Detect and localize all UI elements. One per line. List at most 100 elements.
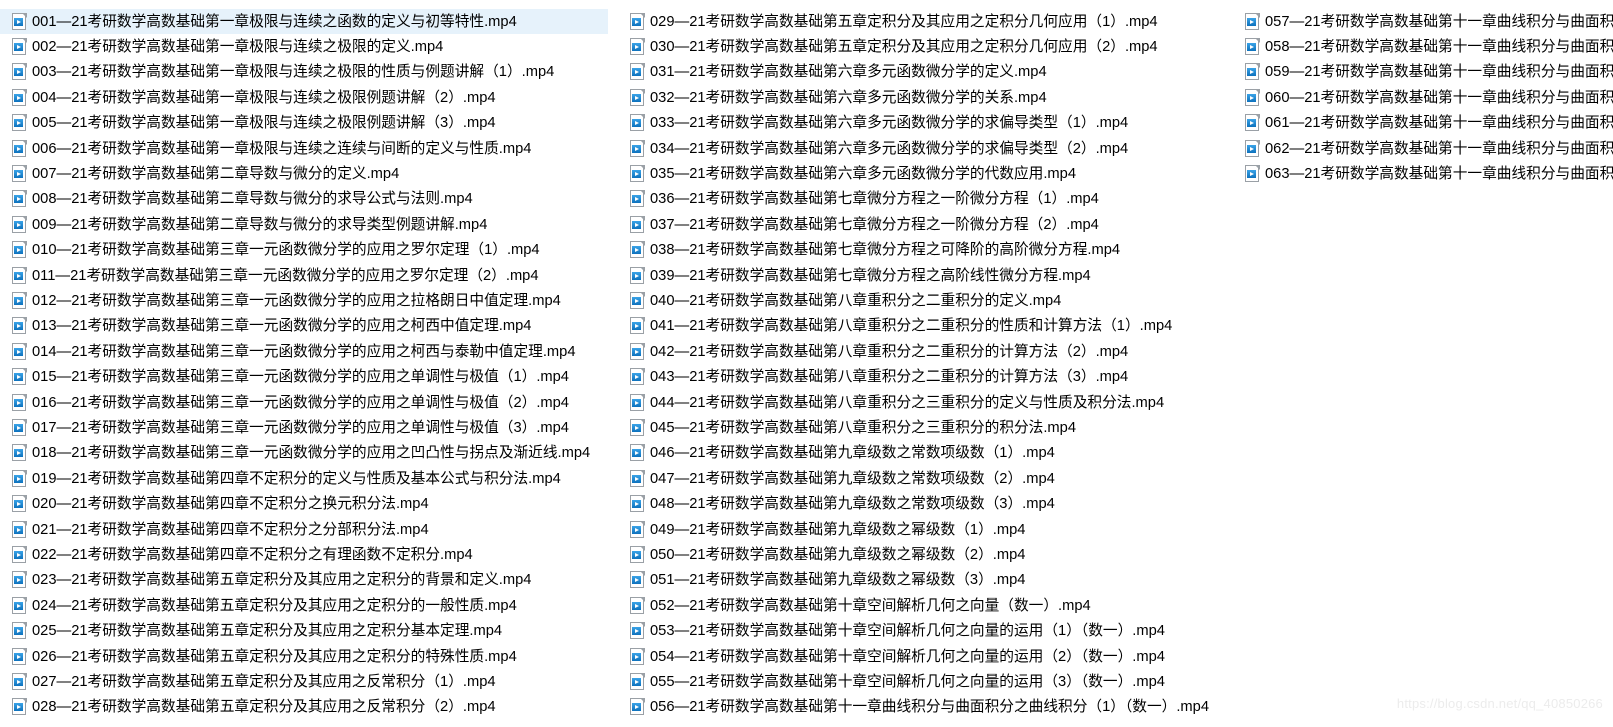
file-name-label: 057—21考研数学高数基础第十一章曲线积分与曲面积分之曲线积分（2）（数一）.…: [1265, 13, 1613, 30]
file-list-item[interactable]: 021—21考研数学高数基础第四章不定积分之分部积分法.mp4: [0, 517, 608, 542]
file-list-item[interactable]: 055—21考研数学高数基础第十章空间解析几何之向量的运用（3）（数一）.mp4: [618, 669, 1226, 694]
file-list-item[interactable]: 013—21考研数学高数基础第三章一元函数微分学的应用之柯西中值定理.mp4: [0, 314, 608, 339]
file-list-item[interactable]: 028—21考研数学高数基础第五章定积分及其应用之反常积分（2）.mp4: [0, 695, 608, 720]
mp4-video-file-icon: [630, 673, 645, 691]
file-name-label: 050—21考研数学高数基础第九章级数之幂级数（2）.mp4: [650, 547, 1026, 564]
file-list-item[interactable]: 038—21考研数学高数基础第七章微分方程之可降阶的高阶微分方程.mp4: [618, 238, 1226, 263]
mp4-video-file-icon: [12, 419, 27, 437]
file-name-label: 023—21考研数学高数基础第五章定积分及其应用之定积分的背景和定义.mp4: [32, 572, 532, 589]
file-list-item[interactable]: 025—21考研数学高数基础第五章定积分及其应用之定积分基本定理.mp4: [0, 619, 608, 644]
file-list-item[interactable]: 027—21考研数学高数基础第五章定积分及其应用之反常积分（1）.mp4: [0, 669, 608, 694]
file-list-item[interactable]: 002—21考研数学高数基础第一章极限与连续之极限的定义.mp4: [0, 34, 608, 59]
file-list-item[interactable]: 043—21考研数学高数基础第八章重积分之二重积分的计算方法（3）.mp4: [618, 365, 1226, 390]
file-list-item[interactable]: 031—21考研数学高数基础第六章多元函数微分学的定义.mp4: [618, 60, 1226, 85]
file-list-item[interactable]: 047—21考研数学高数基础第九章级数之常数项级数（2）.mp4: [618, 466, 1226, 491]
file-list-item[interactable]: 056—21考研数学高数基础第十一章曲线积分与曲面积分之曲线积分（1）（数一）.…: [618, 695, 1226, 720]
file-list-item[interactable]: 061—21考研数学高数基础第十一章曲线积分与曲面积分之曲面积分（3）（数一）.…: [1233, 111, 1613, 136]
file-list-item[interactable]: 011—21考研数学高数基础第三章一元函数微分学的应用之罗尔定理（2）.mp4: [0, 263, 608, 288]
file-list-item[interactable]: 062—21考研数学高数基础第十一章曲线积分与曲面积分之场论初步（1）（数一）.…: [1233, 136, 1613, 161]
file-name-label: 017—21考研数学高数基础第三章一元函数微分学的应用之单调性与极值（3）.mp…: [32, 420, 569, 437]
file-list-item[interactable]: 041—21考研数学高数基础第八章重积分之二重积分的性质和计算方法（1）.mp4: [618, 314, 1226, 339]
mp4-video-file-icon: [12, 63, 27, 81]
file-list-item[interactable]: 023—21考研数学高数基础第五章定积分及其应用之定积分的背景和定义.mp4: [0, 568, 608, 593]
file-list-item[interactable]: 016—21考研数学高数基础第三章一元函数微分学的应用之单调性与极值（2）.mp…: [0, 390, 608, 415]
file-list-item[interactable]: 057—21考研数学高数基础第十一章曲线积分与曲面积分之曲线积分（2）（数一）.…: [1233, 9, 1613, 34]
file-name-label: 056—21考研数学高数基础第十一章曲线积分与曲面积分之曲线积分（1）（数一）.…: [650, 699, 1210, 716]
file-list-item[interactable]: 032—21考研数学高数基础第六章多元函数微分学的关系.mp4: [618, 85, 1226, 110]
file-list-item[interactable]: 020—21考研数学高数基础第四章不定积分之换元积分法.mp4: [0, 492, 608, 517]
file-name-label: 021—21考研数学高数基础第四章不定积分之分部积分法.mp4: [32, 521, 429, 538]
file-name-label: 031—21考研数学高数基础第六章多元函数微分学的定义.mp4: [650, 64, 1047, 81]
file-list-item[interactable]: 004—21考研数学高数基础第一章极限与连续之极限例题讲解（2）.mp4: [0, 85, 608, 110]
file-name-label: 025—21考研数学高数基础第五章定积分及其应用之定积分基本定理.mp4: [32, 623, 503, 640]
file-list-item[interactable]: 010—21考研数学高数基础第三章一元函数微分学的应用之罗尔定理（1）.mp4: [0, 238, 608, 263]
file-name-label: 049—21考研数学高数基础第九章级数之幂级数（1）.mp4: [650, 521, 1026, 538]
file-list-item[interactable]: 050—21考研数学高数基础第九章级数之幂级数（2）.mp4: [618, 542, 1226, 567]
mp4-video-file-icon: [630, 241, 645, 259]
file-name-label: 028—21考研数学高数基础第五章定积分及其应用之反常积分（2）.mp4: [32, 699, 496, 716]
file-list-item[interactable]: 054—21考研数学高数基础第十章空间解析几何之向量的运用（2）（数一）.mp4: [618, 644, 1226, 669]
file-list-item[interactable]: 048—21考研数学高数基础第九章级数之常数项级数（3）.mp4: [618, 492, 1226, 517]
file-list-item[interactable]: 017—21考研数学高数基础第三章一元函数微分学的应用之单调性与极值（3）.mp…: [0, 415, 608, 440]
file-list-item[interactable]: 060—21考研数学高数基础第十一章曲线积分与曲面积分之曲面积分（2）（数一）.…: [1233, 85, 1613, 110]
mp4-video-file-icon: [12, 38, 27, 56]
file-list-item[interactable]: 040—21考研数学高数基础第八章重积分之二重积分的定义.mp4: [618, 288, 1226, 313]
file-list-item[interactable]: 008—21考研数学高数基础第二章导数与微分的求导公式与法则.mp4: [0, 187, 608, 212]
file-list-item[interactable]: 024—21考研数学高数基础第五章定积分及其应用之定积分的一般性质.mp4: [0, 593, 608, 618]
file-list-item[interactable]: 052—21考研数学高数基础第十章空间解析几何之向量（数一）.mp4: [618, 593, 1226, 618]
file-list-item[interactable]: 018—21考研数学高数基础第三章一元函数微分学的应用之凹凸性与拐点及渐近线.m…: [0, 441, 608, 466]
file-name-label: 003—21考研数学高数基础第一章极限与连续之极限的性质与例题讲解（1）.mp4: [32, 64, 555, 81]
mp4-video-file-icon: [630, 190, 645, 208]
file-column-2: 029—21考研数学高数基础第五章定积分及其应用之定积分几何应用（1）.mp4 0…: [618, 0, 1226, 727]
file-list-item[interactable]: 042—21考研数学高数基础第八章重积分之二重积分的计算方法（2）.mp4: [618, 339, 1226, 364]
file-list-item[interactable]: 039—21考研数学高数基础第七章微分方程之高阶线性微分方程.mp4: [618, 263, 1226, 288]
file-list-view[interactable]: 001—21考研数学高数基础第一章极限与连续之函数的定义与初等特性.mp4 002…: [0, 0, 1613, 727]
file-list-item[interactable]: 009—21考研数学高数基础第二章导数与微分的求导类型例题讲解.mp4: [0, 212, 608, 237]
file-name-label: 044—21考研数学高数基础第八章重积分之三重积分的定义与性质及积分法.mp4: [650, 394, 1165, 411]
file-list-item[interactable]: 022—21考研数学高数基础第四章不定积分之有理函数不定积分.mp4: [0, 542, 608, 567]
file-list-item[interactable]: 006—21考研数学高数基础第一章极限与连续之连续与间断的定义与性质.mp4: [0, 136, 608, 161]
file-list-item[interactable]: 007—21考研数学高数基础第二章导数与微分的定义.mp4: [0, 161, 608, 186]
file-list-item[interactable]: 051—21考研数学高数基础第九章级数之幂级数（3）.mp4: [618, 568, 1226, 593]
file-list-item[interactable]: 015—21考研数学高数基础第三章一元函数微分学的应用之单调性与极值（1）.mp…: [0, 365, 608, 390]
file-name-label: 047—21考研数学高数基础第九章级数之常数项级数（2）.mp4: [650, 470, 1055, 487]
file-list-item[interactable]: 026—21考研数学高数基础第五章定积分及其应用之定积分的特殊性质.mp4: [0, 644, 608, 669]
file-name-label: 007—21考研数学高数基础第二章导数与微分的定义.mp4: [32, 166, 400, 183]
file-list-item[interactable]: 005—21考研数学高数基础第一章极限与连续之极限例题讲解（3）.mp4: [0, 111, 608, 136]
file-name-label: 037—21考研数学高数基础第七章微分方程之一阶微分方程（2）.mp4: [650, 216, 1099, 233]
file-list-item[interactable]: 001—21考研数学高数基础第一章极限与连续之函数的定义与初等特性.mp4: [0, 9, 608, 35]
file-list-item[interactable]: 033—21考研数学高数基础第六章多元函数微分学的求偏导类型（1）.mp4: [618, 111, 1226, 136]
mp4-video-file-icon: [630, 546, 645, 564]
file-list-item[interactable]: 058—21考研数学高数基础第十一章曲线积分与曲面积分之曲线积分（3）（数一）.…: [1233, 34, 1613, 59]
file-list-item[interactable]: 003—21考研数学高数基础第一章极限与连续之极限的性质与例题讲解（1）.mp4: [0, 60, 608, 85]
file-name-label: 058—21考研数学高数基础第十一章曲线积分与曲面积分之曲线积分（3）（数一）.…: [1265, 39, 1613, 56]
file-name-label: 009—21考研数学高数基础第二章导数与微分的求导类型例题讲解.mp4: [32, 216, 488, 233]
file-list-item[interactable]: 014—21考研数学高数基础第三章一元函数微分学的应用之柯西与泰勒中值定理.mp…: [0, 339, 608, 364]
file-list-item[interactable]: 036—21考研数学高数基础第七章微分方程之一阶微分方程（1）.mp4: [618, 187, 1226, 212]
file-list-item[interactable]: 063—21考研数学高数基础第十一章曲线积分与曲面积分之场论初步（2）（数一）.…: [1233, 161, 1613, 186]
mp4-video-file-icon: [12, 469, 27, 488]
mp4-video-file-icon: [630, 393, 645, 412]
file-list-item[interactable]: 012—21考研数学高数基础第三章一元函数微分学的应用之拉格朗日中值定理.mp4: [0, 288, 608, 313]
file-list-item[interactable]: 029—21考研数学高数基础第五章定积分及其应用之定积分几何应用（1）.mp4: [618, 9, 1226, 34]
file-name-label: 035—21考研数学高数基础第六章多元函数微分学的代数应用.mp4: [650, 166, 1076, 183]
file-list-item[interactable]: 030—21考研数学高数基础第五章定积分及其应用之定积分几何应用（2）.mp4: [618, 34, 1226, 59]
file-list-item[interactable]: 046—21考研数学高数基础第九章级数之常数项级数（1）.mp4: [618, 441, 1226, 466]
mp4-video-file-icon: [630, 647, 645, 666]
file-list-item[interactable]: 059—21考研数学高数基础第十一章曲线积分与曲面积分之曲面积分（1）（数一）.…: [1233, 60, 1613, 85]
file-list-item[interactable]: 034—21考研数学高数基础第六章多元函数微分学的求偏导类型（2）.mp4: [618, 136, 1226, 161]
file-list-item[interactable]: 035—21考研数学高数基础第六章多元函数微分学的代数应用.mp4: [618, 161, 1226, 186]
file-list-item[interactable]: 019—21考研数学高数基础第四章不定积分的定义与性质及基本公式与积分法.mp4: [0, 466, 608, 491]
file-name-label: 038—21考研数学高数基础第七章微分方程之可降阶的高阶微分方程.mp4: [650, 242, 1121, 259]
file-list-item[interactable]: 044—21考研数学高数基础第八章重积分之三重积分的定义与性质及积分法.mp4: [618, 390, 1226, 415]
file-name-label: 008—21考研数学高数基础第二章导数与微分的求导公式与法则.mp4: [32, 191, 473, 208]
mp4-video-file-icon: [12, 215, 27, 234]
file-list-item[interactable]: 053—21考研数学高数基础第十章空间解析几何之向量的运用（1）（数一）.mp4: [618, 619, 1226, 644]
file-list-item[interactable]: 045—21考研数学高数基础第八章重积分之三重积分的积分法.mp4: [618, 415, 1226, 440]
file-list-item[interactable]: 037—21考研数学高数基础第七章微分方程之一阶微分方程（2）.mp4: [618, 212, 1226, 237]
mp4-video-file-icon: [630, 88, 645, 107]
file-list-item[interactable]: 049—21考研数学高数基础第九章级数之幂级数（1）.mp4: [618, 517, 1226, 542]
mp4-video-file-icon: [12, 114, 27, 132]
file-name-label: 018—21考研数学高数基础第三章一元函数微分学的应用之凹凸性与拐点及渐近线.m…: [32, 445, 591, 462]
mp4-video-file-icon: [12, 139, 27, 158]
